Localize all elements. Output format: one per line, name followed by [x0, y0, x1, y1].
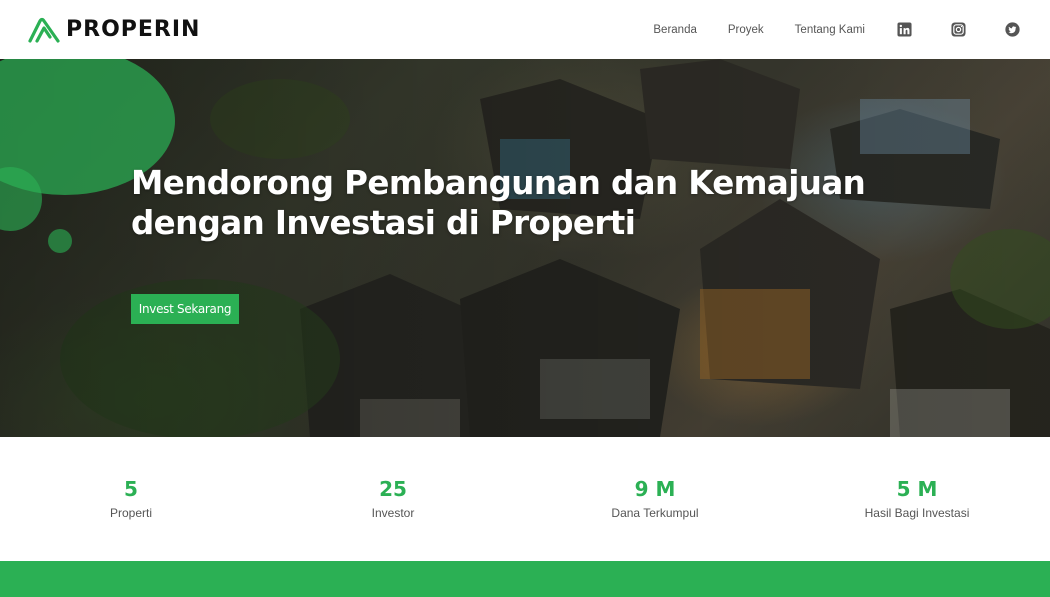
- site-header: PROPERIN Beranda Proyek Tentang Kami: [0, 0, 1050, 59]
- stat-label: Investor: [371, 506, 415, 520]
- social-links: [897, 22, 1020, 37]
- nav-link-proyek[interactable]: Proyek: [728, 24, 764, 36]
- stat-properti: 5 Properti: [31, 477, 231, 521]
- invest-now-button[interactable]: Invest Sekarang: [131, 294, 239, 324]
- logo-mark-icon: [28, 17, 60, 43]
- stat-value: 9 M: [634, 477, 676, 501]
- main-nav: Beranda Proyek Tentang Kami: [653, 24, 865, 36]
- stat-value: 5 M: [896, 477, 938, 501]
- linkedin-icon[interactable]: [897, 22, 912, 37]
- decorative-circle-small: [48, 229, 72, 253]
- instagram-icon[interactable]: [951, 22, 966, 37]
- twitter-icon[interactable]: [1005, 22, 1020, 37]
- stat-value: 25: [379, 477, 407, 501]
- brand-logo[interactable]: PROPERIN: [28, 17, 200, 43]
- stat-value: 5: [124, 477, 138, 501]
- footer-band: [0, 561, 1050, 597]
- stat-hasil-bagi-investasi: 5 M Hasil Bagi Investasi: [817, 477, 1017, 521]
- brand-name: PROPERIN: [66, 17, 201, 42]
- stat-dana-terkumpul: 9 M Dana Terkumpul: [555, 477, 755, 521]
- nav-link-beranda[interactable]: Beranda: [653, 24, 696, 36]
- stat-label: Dana Terkumpul: [611, 506, 699, 520]
- hero-section: Mendorong Pembangunan dan Kemajuan denga…: [0, 59, 1050, 437]
- nav-link-tentang-kami[interactable]: Tentang Kami: [795, 24, 865, 36]
- stat-investor: 25 Investor: [293, 477, 493, 521]
- stat-label: Hasil Bagi Investasi: [864, 506, 970, 520]
- stats-section: 5 Properti 25 Investor 9 M Dana Terkumpu…: [0, 437, 1050, 561]
- stat-label: Properti: [109, 506, 153, 520]
- hero-title: Mendorong Pembangunan dan Kemajuan denga…: [131, 164, 866, 242]
